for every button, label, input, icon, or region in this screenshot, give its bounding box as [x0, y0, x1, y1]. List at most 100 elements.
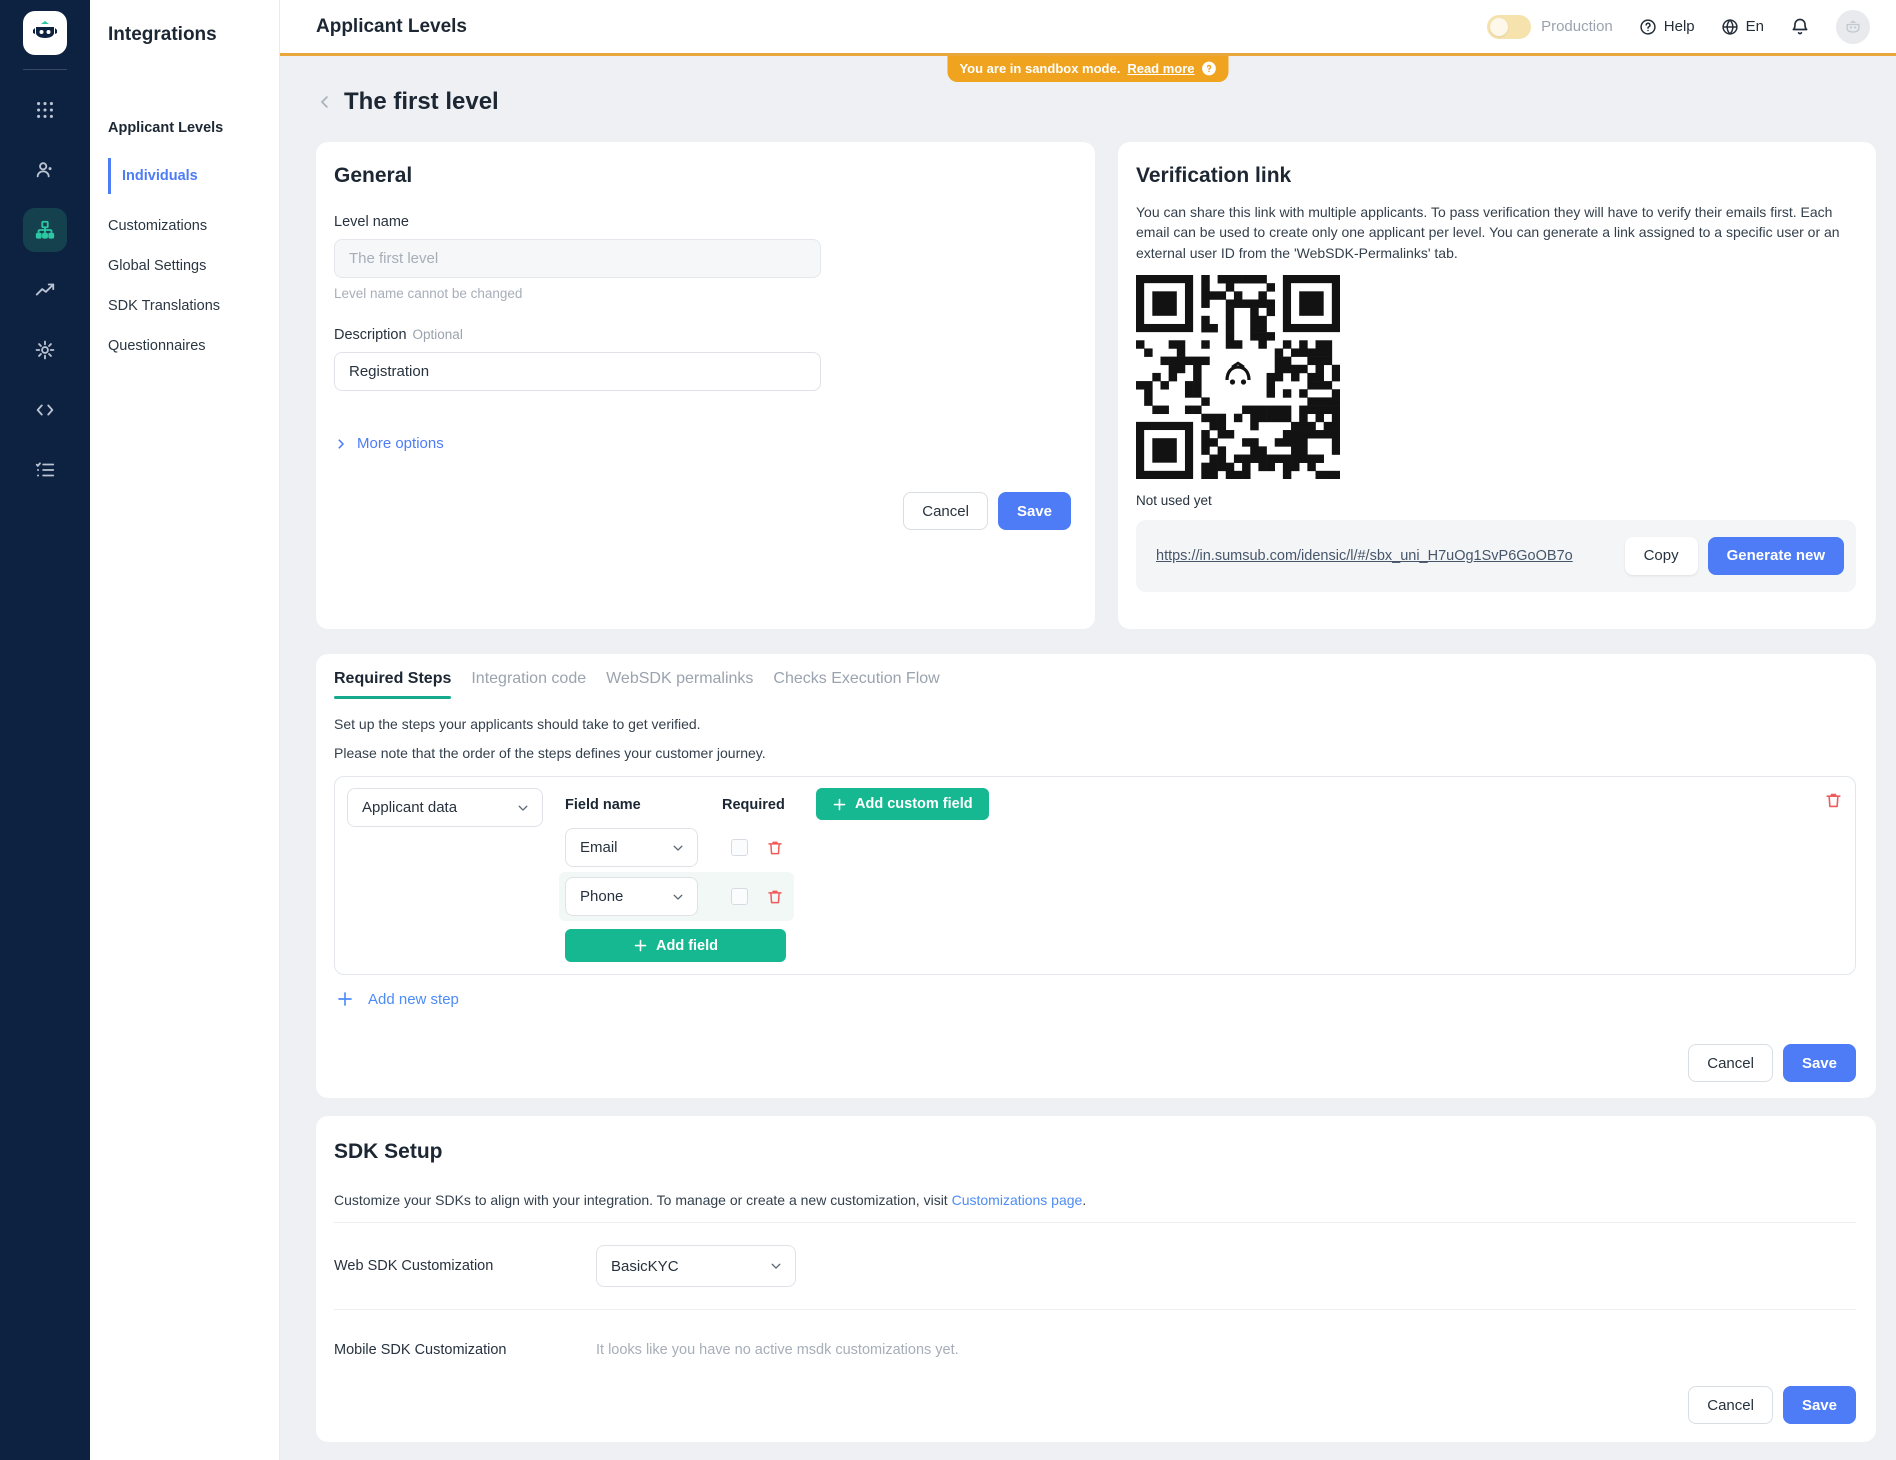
add-new-step-button[interactable]: Add new step [336, 990, 459, 1008]
add-custom-field-label: Add custom field [855, 796, 973, 812]
globe-icon [1721, 18, 1739, 36]
level-name-input[interactable] [334, 239, 821, 278]
steps-description-line1: Set up the steps your applicants should … [334, 716, 1856, 732]
sdk-setup-card: SDK Setup Customize your SDKs to align w… [316, 1116, 1876, 1442]
fields-header-row: Field name Required [559, 788, 794, 823]
help-button[interactable]: Help [1639, 18, 1695, 36]
field-row-phone: Phone [559, 872, 794, 921]
dev-code-icon[interactable] [23, 388, 67, 432]
copy-link-button[interactable]: Copy [1625, 537, 1698, 575]
sdk-save-button[interactable]: Save [1783, 1386, 1856, 1424]
required-steps-card: Required Steps Integration code WebSDK p… [316, 654, 1876, 1098]
icon-rail [0, 0, 90, 1460]
general-card: General Level name Level name cannot be … [316, 142, 1095, 629]
web-sdk-value: BasicKYC [611, 1258, 679, 1275]
notifications-button[interactable] [1790, 17, 1810, 37]
add-custom-field-button[interactable]: Add custom field [816, 788, 989, 820]
step-delete-trash-icon[interactable] [1824, 788, 1843, 810]
web-sdk-label: Web SDK Customization [334, 1258, 596, 1274]
step-box: Applicant data Field name Required Email [334, 776, 1856, 975]
phone-required-checkbox[interactable] [731, 888, 748, 905]
analytics-icon[interactable] [23, 268, 67, 312]
chevron-down-icon [671, 841, 685, 855]
tab-websdk-permalinks[interactable]: WebSDK permalinks [606, 670, 753, 699]
chevron-right-icon [334, 437, 348, 451]
sdk-description-suffix: . [1082, 1192, 1086, 1208]
plus-icon [336, 990, 354, 1008]
toggle-track[interactable] [1487, 15, 1531, 39]
robot-logo-icon [30, 18, 60, 48]
phone-field-select[interactable]: Phone [565, 877, 698, 916]
more-options-toggle[interactable]: More options [334, 435, 444, 452]
checklist-icon[interactable] [23, 448, 67, 492]
brand-logo[interactable] [23, 11, 67, 55]
fields-area: Field name Required Email [559, 788, 794, 962]
level-name-label: Level name [334, 214, 1071, 230]
chevron-down-icon [769, 1259, 783, 1273]
steps-tabs: Required Steps Integration code WebSDK p… [334, 670, 1856, 699]
email-required-checkbox[interactable] [731, 839, 748, 856]
step-type-select[interactable]: Applicant data [347, 788, 543, 827]
verification-link-row: https://in.sumsub.com/idensic/l/#/sbx_un… [1136, 520, 1856, 592]
verification-link[interactable]: https://in.sumsub.com/idensic/l/#/sbx_un… [1156, 548, 1573, 564]
more-options-label: More options [357, 435, 444, 452]
verification-card-title: Verification link [1136, 164, 1856, 188]
sidebar-item-applicant-levels[interactable]: Applicant Levels [108, 120, 265, 136]
mobile-sdk-label: Mobile SDK Customization [334, 1342, 596, 1358]
sidebar-item-sdk-translations[interactable]: SDK Translations [108, 298, 265, 314]
tab-checks-execution-flow[interactable]: Checks Execution Flow [773, 670, 939, 699]
phone-delete-trash-icon[interactable] [766, 888, 784, 906]
back-chevron-icon[interactable] [316, 93, 334, 111]
integrations-hierarchy-icon[interactable] [23, 208, 67, 252]
web-sdk-customization-select[interactable]: BasicKYC [596, 1245, 796, 1287]
add-field-label: Add field [656, 938, 718, 954]
email-field-select[interactable]: Email [565, 828, 698, 867]
sidebar-item-individuals[interactable]: Individuals [108, 158, 265, 194]
general-save-button[interactable]: Save [998, 492, 1071, 530]
sdk-description: Customize your SDKs to align with your i… [334, 1192, 1856, 1208]
settings-icon[interactable] [23, 328, 67, 372]
tab-required-steps[interactable]: Required Steps [334, 670, 451, 699]
production-label: Production [1541, 18, 1613, 35]
description-input[interactable] [334, 352, 821, 391]
phone-field-value: Phone [580, 888, 623, 905]
rail-divider [23, 69, 67, 70]
sidebar-item-customizations[interactable]: Customizations [108, 218, 265, 234]
sandbox-read-more-link[interactable]: Read more [1127, 61, 1194, 76]
chevron-down-icon [671, 890, 685, 904]
steps-save-button[interactable]: Save [1783, 1044, 1856, 1082]
steps-cancel-button[interactable]: Cancel [1688, 1044, 1773, 1082]
topbar: Applicant Levels Production Help En [280, 0, 1896, 56]
page-title: The first level [344, 88, 499, 116]
add-field-button[interactable]: Add field [565, 929, 786, 962]
avatar-robot-icon [1843, 17, 1863, 37]
production-toggle[interactable]: Production [1487, 15, 1613, 39]
mobile-sdk-empty-text: It looks like you have no active msdk cu… [596, 1342, 959, 1358]
field-row-email: Email [559, 823, 794, 872]
sidebar-item-global-settings[interactable]: Global Settings [108, 258, 265, 274]
chevron-down-icon [516, 801, 530, 815]
page-title-row: The first level [316, 88, 1876, 116]
sdk-cancel-button[interactable]: Cancel [1688, 1386, 1773, 1424]
mobile-sdk-row: Mobile SDK Customization It looks like y… [334, 1310, 1856, 1368]
sandbox-banner-text: You are in sandbox mode. [959, 61, 1120, 76]
general-cancel-button[interactable]: Cancel [903, 492, 988, 530]
sdk-card-title: SDK Setup [334, 1140, 1856, 1164]
qr-status-text: Not used yet [1136, 493, 1856, 508]
web-sdk-row: Web SDK Customization BasicKYC [334, 1223, 1856, 1309]
applicants-icon[interactable] [23, 148, 67, 192]
description-optional-text: Optional [413, 327, 463, 342]
sidebar-title: Integrations [108, 24, 265, 46]
language-button[interactable]: En [1721, 18, 1764, 36]
sandbox-mode-banner: You are in sandbox mode. Read more [947, 56, 1228, 82]
customizations-page-link[interactable]: Customizations page [952, 1192, 1083, 1208]
description-label-text: Description [334, 327, 407, 343]
sidebar-item-questionnaires[interactable]: Questionnaires [108, 338, 265, 354]
help-label: Help [1664, 18, 1695, 35]
user-avatar[interactable] [1836, 10, 1870, 44]
tab-integration-code[interactable]: Integration code [471, 670, 586, 699]
add-new-step-label: Add new step [368, 991, 459, 1008]
grid-apps-icon[interactable] [23, 88, 67, 132]
email-delete-trash-icon[interactable] [766, 839, 784, 857]
generate-new-button[interactable]: Generate new [1708, 537, 1844, 575]
